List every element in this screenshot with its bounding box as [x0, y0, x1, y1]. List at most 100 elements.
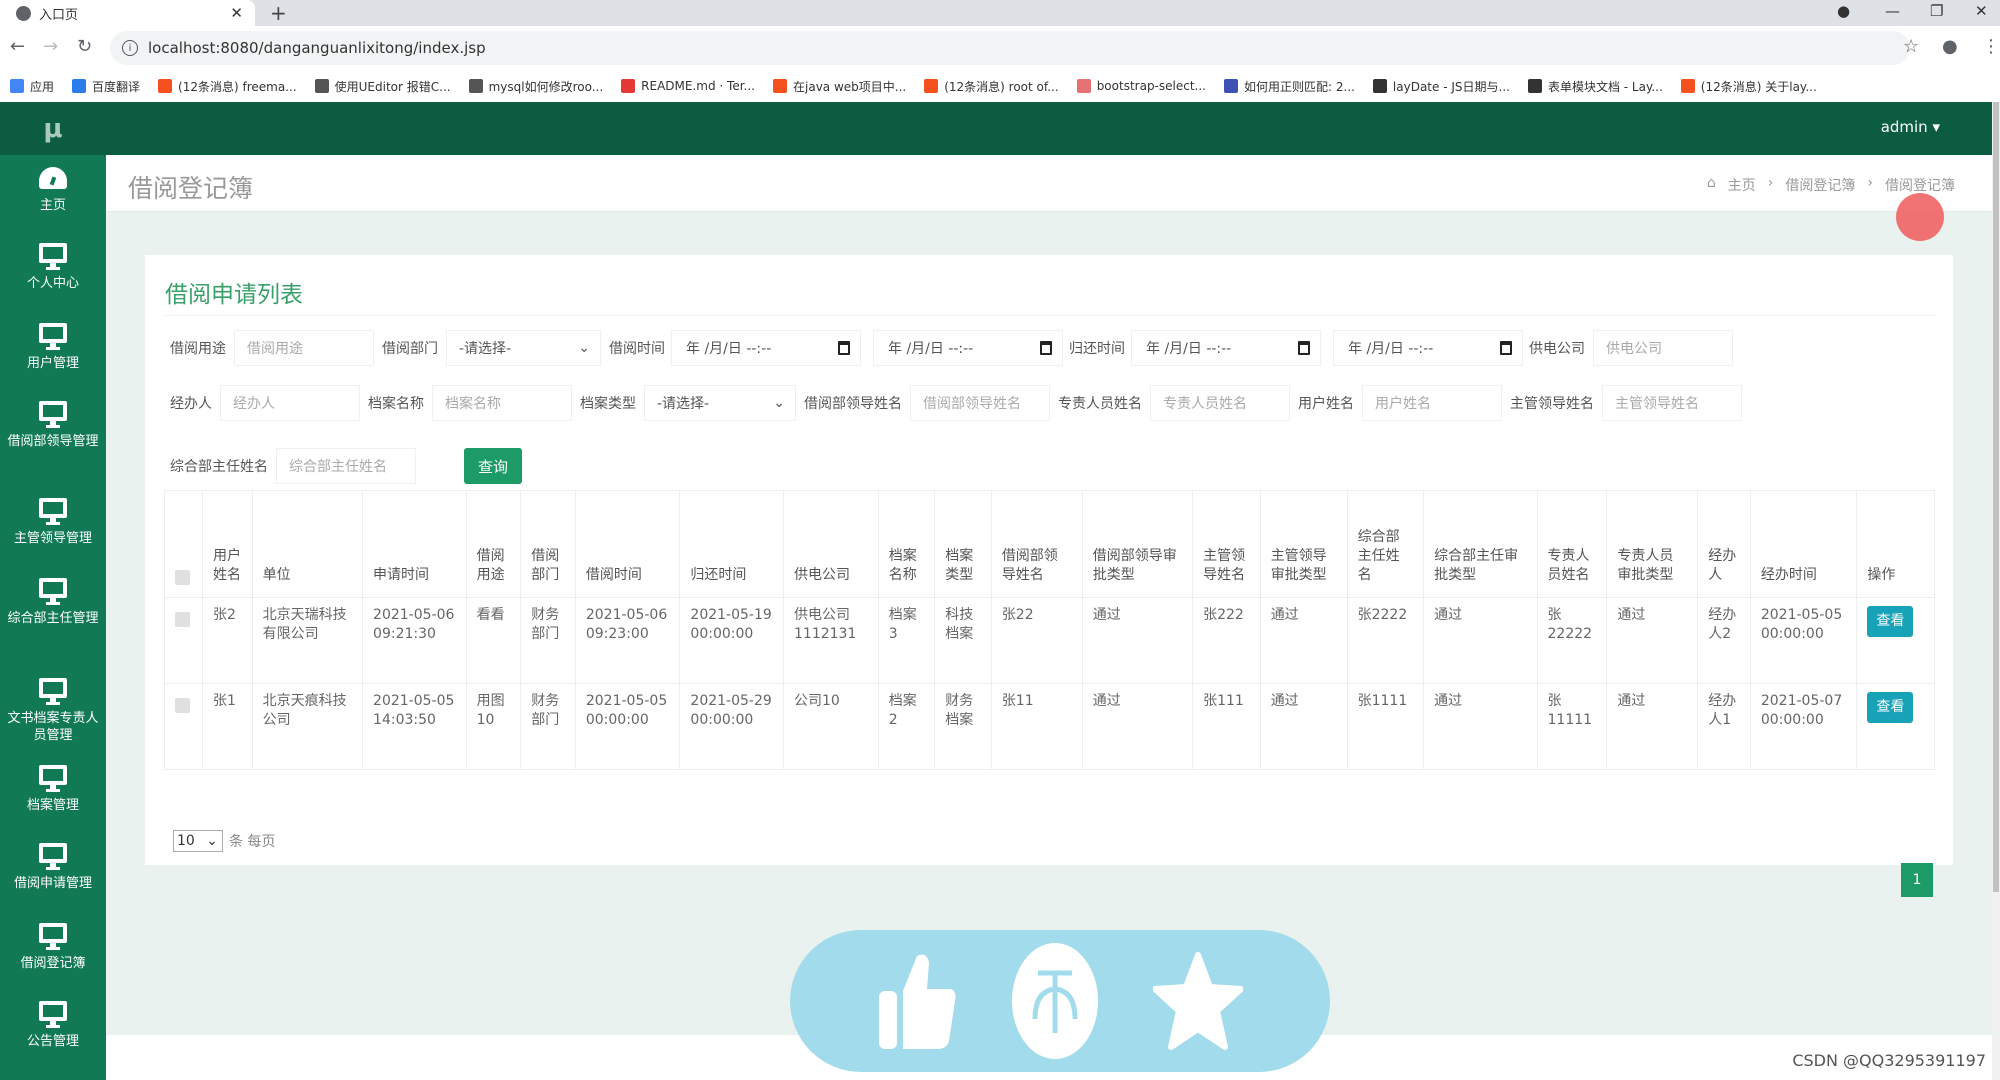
staff-input[interactable]: 专责人员姓名	[1150, 385, 1290, 421]
bookmark-favicon-icon	[468, 79, 483, 93]
power-company-input[interactable]: 供电公司	[1593, 330, 1733, 366]
bookmark-item[interactable]: 使用UEditor 报错C...	[314, 78, 451, 95]
calendar-icon[interactable]	[838, 341, 850, 355]
bookmark-item[interactable]: 百度翻译	[72, 78, 140, 95]
table-cell: 查看	[1856, 683, 1935, 770]
bookmark-star-icon[interactable]: ☆	[1903, 36, 1919, 57]
menu-icon[interactable]: ⋮	[1982, 36, 2000, 57]
dept-leader-input[interactable]: 借阅部领导姓名	[910, 385, 1050, 421]
bookmark-item[interactable]: (12条消息) freema...	[158, 78, 297, 95]
reload-icon[interactable]: ↻	[77, 36, 92, 57]
tab-title: 入口页	[39, 7, 79, 23]
close-window-button[interactable]: ✕	[1975, 2, 1988, 20]
dashboard-icon	[39, 167, 67, 189]
sidebar-item[interactable]: 综合部主任管理	[0, 578, 106, 627]
profile-dropdown-icon[interactable]: ●	[1837, 2, 1850, 20]
monitor-icon	[39, 765, 67, 792]
sidebar-item[interactable]: 主页	[0, 167, 106, 214]
select-cell	[164, 683, 203, 770]
user-name-input[interactable]: 用户姓名	[1362, 385, 1502, 421]
bookmark-item[interactable]: bootstrap-select...	[1076, 79, 1206, 93]
select-all-checkbox[interactable]	[175, 570, 190, 585]
coin-icon[interactable]	[1010, 941, 1100, 1061]
archive-type-value: -请选择-	[657, 396, 710, 412]
info-icon[interactable]: i	[122, 40, 138, 56]
url-field[interactable]: i localhost:8080/danganguanlixitong/inde…	[110, 31, 1910, 65]
bookmark-item[interactable]: (12条消息) 关于lay...	[1680, 78, 1817, 95]
sidebar-item[interactable]: 借阅申请管理	[0, 843, 106, 892]
power-company-label: 供电公司	[1529, 341, 1585, 357]
borrow-time-to[interactable]: 年 /月/日 --:--	[873, 330, 1063, 366]
bookmark-item[interactable]: 在java web项目中...	[773, 78, 906, 95]
bookmark-item[interactable]: README.md · Ter...	[621, 79, 755, 93]
bookmark-label: 应用	[30, 79, 55, 94]
browser-tab-strip: 入口页 ✕ + ● — ❐ ✕	[0, 0, 2000, 26]
new-tab-button[interactable]: +	[270, 1, 287, 25]
view-button[interactable]: 查看	[1867, 606, 1914, 637]
sidebar-item[interactable]: 个人中心	[0, 243, 106, 292]
forward-icon[interactable]: →	[43, 36, 58, 57]
page-scrollbar[interactable]	[1992, 102, 2000, 1080]
sidebar-item[interactable]: 公告管理	[0, 1001, 106, 1050]
bookmark-label: 使用UEditor 报错C...	[334, 79, 451, 94]
return-time-from[interactable]: 年 /月/日 --:--	[1131, 330, 1321, 366]
breadcrumb-home[interactable]: 主页	[1728, 175, 1756, 195]
view-button[interactable]: 查看	[1867, 692, 1914, 723]
bookmark-item[interactable]: 如何用正则匹配: 2...	[1223, 78, 1355, 95]
handler-input[interactable]: 经办人	[220, 385, 360, 421]
bookmark-item[interactable]: (12条消息) root of...	[924, 78, 1059, 95]
column-header: 专责人员审批类型	[1606, 490, 1699, 598]
calendar-icon[interactable]	[1040, 341, 1052, 355]
scrollbar-thumb[interactable]	[1993, 102, 1999, 892]
sidebar-item[interactable]: 档案管理	[0, 765, 106, 814]
page-button-1[interactable]: 1	[1901, 863, 1933, 897]
minimize-button[interactable]: —	[1885, 2, 1900, 20]
table-cell: 通过	[1606, 597, 1699, 684]
account-icon[interactable]: ●	[1942, 36, 1958, 57]
archive-name-input[interactable]: 档案名称	[432, 385, 572, 421]
borrow-purpose-input[interactable]: 借阅用途	[234, 330, 374, 366]
bookmark-favicon-icon	[10, 79, 24, 93]
archive-type-select[interactable]: -请选择- ⌄	[644, 385, 796, 421]
monitor-icon	[39, 1001, 67, 1028]
query-button[interactable]: 查询	[464, 448, 522, 484]
bookmark-favicon-icon	[1680, 79, 1695, 93]
return-time-to[interactable]: 年 /月/日 --:--	[1333, 330, 1523, 366]
row-checkbox[interactable]	[175, 698, 190, 713]
restore-button[interactable]: ❐	[1930, 2, 1943, 20]
borrow-dept-select[interactable]: -请选择- ⌄	[446, 330, 601, 366]
star-icon[interactable]	[1153, 951, 1244, 1051]
user-menu[interactable]: admin ▾	[1881, 118, 1940, 136]
bookmark-favicon-icon	[1372, 79, 1387, 93]
breadcrumb-section[interactable]: 借阅登记簿	[1785, 175, 1855, 195]
table-cell: 2021-05-19 00:00:00	[679, 597, 784, 684]
sidebar-item[interactable]: 借阅登记簿	[0, 923, 106, 972]
close-tab-icon[interactable]: ✕	[230, 4, 243, 22]
director-input[interactable]: 综合部主任姓名	[276, 448, 416, 484]
sidebar-item[interactable]: 借阅部领导管理	[0, 401, 106, 450]
row-checkbox[interactable]	[175, 612, 190, 627]
thumbs-up-icon[interactable]	[877, 951, 957, 1051]
sidebar-item[interactable]: 文书档案专责人员管理	[0, 678, 106, 744]
bookmark-item[interactable]: mysql如何修改roo...	[468, 78, 603, 95]
table-cell: 供电公司1112131	[783, 597, 879, 684]
back-icon[interactable]: ←	[10, 36, 25, 57]
select-all-cell	[164, 490, 203, 598]
logo: μ	[0, 102, 106, 155]
column-header: 档案名称	[877, 490, 936, 598]
bookmark-item[interactable]: 表单模块文档 - Lay...	[1527, 78, 1663, 95]
column-header: 操作	[1856, 490, 1935, 598]
table-cell: 2021-05-06 09:23:00	[574, 597, 681, 684]
sidebar-item[interactable]: 主管领导管理	[0, 498, 106, 547]
calendar-icon[interactable]	[1500, 341, 1512, 355]
divider	[165, 315, 1935, 316]
bookmark-item[interactable]: layDate - JS日期与...	[1372, 78, 1510, 95]
borrow-time-from[interactable]: 年 /月/日 --:--	[671, 330, 861, 366]
sidebar-item[interactable]: 用户管理	[0, 323, 106, 372]
page-size-select[interactable]: 10 ⌄	[173, 830, 223, 852]
supervisor-input[interactable]: 主管领导姓名	[1602, 385, 1742, 421]
bookmark-item[interactable]: 应用	[10, 78, 54, 95]
sidebar-item-label: 综合部主任管理	[7, 611, 99, 626]
browser-tab[interactable]: 入口页 ✕	[0, 0, 255, 26]
calendar-icon[interactable]	[1298, 341, 1310, 355]
